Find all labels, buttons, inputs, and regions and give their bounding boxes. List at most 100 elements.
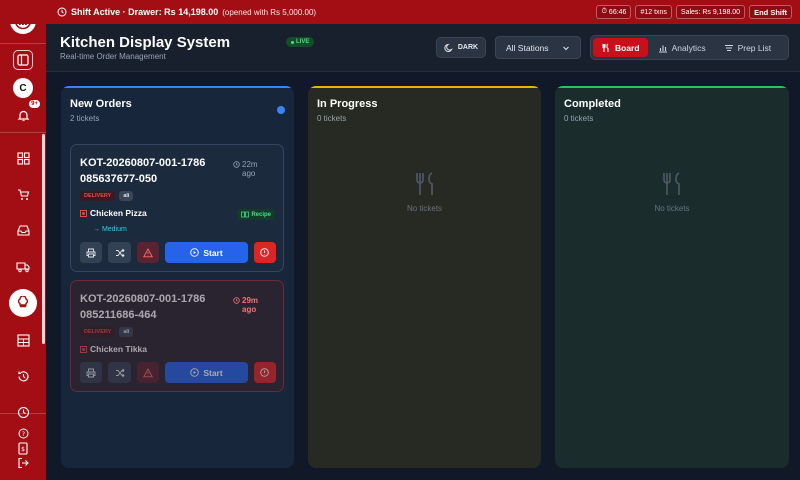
ticket-item-name: Chicken Tikka [90, 344, 148, 354]
clock-icon [57, 7, 67, 17]
ticket-kot-number: KOT-20260807-001-1786085211686-464 [80, 293, 206, 321]
ticket-elapsed: 22m ago [233, 160, 259, 178]
column-accent-bar [61, 86, 294, 88]
tab-board[interactable]: Board [593, 38, 648, 57]
report-issue-button[interactable] [136, 242, 160, 263]
sidebar-scrollbar[interactable] [42, 134, 45, 344]
ticket-item[interactable]: Chicken Pizza [80, 208, 147, 218]
column-completed: Completed 0 tickets No tickets [555, 86, 789, 468]
utensils-icon [415, 172, 433, 195]
sidebar-item-dashboard[interactable] [10, 145, 36, 171]
end-shift-button[interactable]: End Shift [749, 5, 792, 19]
user-avatar[interactable]: C [13, 78, 33, 98]
tab-analytics-label: Analytics [671, 42, 706, 53]
shift-opened-label: (opened with Rs 5,000.00) [222, 7, 317, 17]
utensils-icon [602, 43, 609, 52]
start-button-label: Start [203, 247, 223, 258]
theme-toggle-label: DARK [457, 44, 479, 51]
clock-icon [233, 161, 240, 168]
station-select[interactable]: All Stations [495, 36, 581, 59]
printer-icon [86, 368, 96, 377]
ticket-tags: DELIVERY ali [80, 191, 134, 201]
start-button-label: Start [203, 367, 223, 378]
history-icon [17, 370, 29, 381]
sidebar-item-pos[interactable] [10, 181, 36, 207]
live-badge: LIVE [286, 37, 315, 47]
theme-toggle-button[interactable]: DARK [436, 37, 486, 58]
help-button[interactable]: ? [12, 422, 34, 444]
shift-status-bar: Shift Active · Drawer: Rs 14,198.00 (ope… [0, 0, 800, 24]
empty-state: No tickets [555, 172, 789, 213]
table-icon [16, 333, 30, 347]
shift-timer-value: 66:46 [608, 8, 627, 16]
sidebar-divider [0, 43, 46, 44]
recipe-button[interactable]: Recipe [237, 209, 275, 220]
ticket-modifier: → Medium [93, 226, 127, 233]
page-header: Kitchen Display System Real-time Order M… [46, 24, 800, 72]
empty-state: No tickets [308, 172, 541, 213]
clock-icon [233, 297, 240, 304]
priority-alert-button[interactable] [253, 242, 277, 263]
order-ticket[interactable]: KOT-20260807-001-1786085637677-050 22m a… [70, 144, 284, 272]
ticket-item[interactable]: Chicken Tikka [80, 344, 147, 354]
ticket-elapsed-time: 29m ago [242, 296, 259, 314]
print-button[interactable] [80, 242, 103, 263]
stopwatch-icon: ⏱ [601, 8, 607, 15]
sidebar-item-tables[interactable] [10, 327, 36, 353]
column-count: 2 tickets [70, 114, 100, 123]
empty-state-label: No tickets [654, 204, 690, 213]
utensils-icon [663, 172, 680, 195]
start-button[interactable]: Start [165, 362, 248, 383]
order-ticket-overdue[interactable]: KOT-20260807-001-1786085211686-464 DELIV… [70, 280, 284, 392]
logout-icon [18, 457, 29, 469]
shift-timer: ⏱ 66:46 [596, 5, 632, 19]
sidebar-panel-icon [17, 54, 29, 66]
column-title: New Orders [70, 98, 132, 110]
reassign-button[interactable] [108, 242, 131, 263]
non-veg-icon [80, 345, 87, 353]
live-badge-label: LIVE [296, 39, 310, 45]
order-type-badge: DELIVERY [80, 191, 116, 201]
view-tabs: Board Analytics Prep List [590, 35, 789, 60]
play-circle-icon [190, 368, 200, 377]
bar-chart-icon [658, 45, 667, 53]
cart-icon [17, 188, 29, 200]
column-count: 0 tickets [564, 114, 594, 123]
truck-icon [16, 261, 30, 272]
alert-circle-icon [260, 368, 270, 377]
logout-button[interactable] [12, 452, 34, 474]
page-title: Kitchen Display System [60, 34, 231, 51]
order-type-badge: DELIVERY [80, 327, 116, 337]
kanban-board: New Orders 2 tickets KOT-20260807-001-17… [46, 72, 800, 480]
sidebar-item-history[interactable] [10, 363, 36, 389]
ticket-tags: DELIVERY ali [80, 327, 134, 337]
start-button[interactable]: Start [165, 242, 248, 263]
sales-total: Sales: Rs 9,198.00 [675, 5, 746, 19]
help-icon: ? [18, 428, 28, 438]
play-circle-icon [190, 248, 200, 257]
printer-icon [86, 248, 96, 257]
priority-alert-button[interactable] [253, 362, 277, 383]
tab-prep-list[interactable]: Prep List [716, 38, 780, 57]
reassign-button[interactable] [108, 362, 131, 383]
tab-prep-list-label: Prep List [737, 42, 772, 53]
shift-stats: ⏱ 66:46 #12 txns Sales: Rs 9,198.00 End … [596, 5, 800, 19]
notification-badge: 9+ [29, 100, 40, 108]
ticket-elapsed-time: 22m ago [242, 160, 258, 178]
shift-status: Shift Active · Drawer: Rs 14,198.00 (ope… [57, 7, 316, 17]
sidebar-item-orders[interactable] [10, 217, 36, 243]
notifications-button[interactable]: 9+ [12, 100, 40, 126]
column-accent-bar [308, 86, 541, 88]
sidebar-item-kitchen[interactable] [9, 289, 37, 317]
print-button[interactable] [80, 362, 103, 383]
tab-analytics[interactable]: Analytics [650, 38, 714, 57]
ticket-actions: Start [80, 242, 277, 263]
report-issue-button[interactable] [136, 362, 160, 383]
inbox-icon [16, 224, 30, 236]
txns-count: #12 txns [635, 5, 672, 19]
ticket-elapsed: 29m ago [233, 296, 259, 314]
sidebar-item-delivery[interactable] [10, 253, 36, 279]
customer-tag: ali [119, 327, 134, 337]
book-icon [241, 211, 250, 218]
sidebar-toggle-button[interactable] [13, 50, 33, 70]
